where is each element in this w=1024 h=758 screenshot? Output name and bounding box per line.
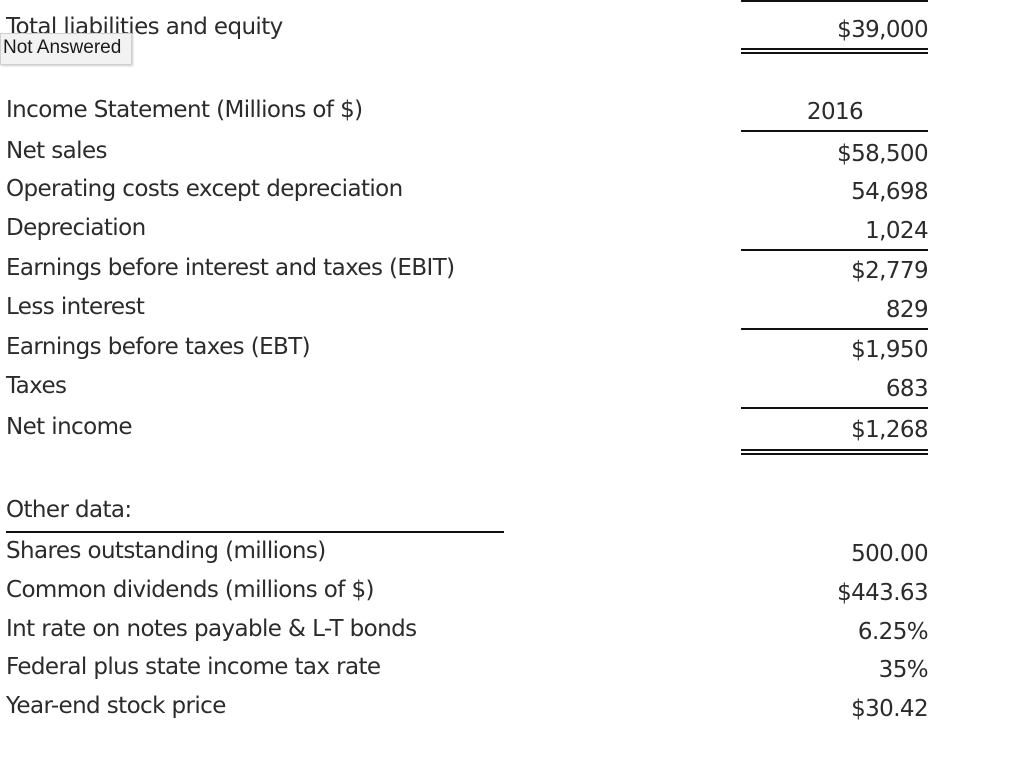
row-interest-rate-value: 6.25% — [857, 619, 929, 645]
row-tax-rate-value: 35% — [878, 657, 929, 683]
row-net-income-value: $1,268 — [851, 417, 928, 443]
row-operating-costs-label: Operating costs except depreciation — [6, 176, 403, 202]
row-shares-outstanding-value: 500.00 — [851, 541, 928, 567]
other-data-title: Other data: — [6, 497, 132, 523]
row-ebit-label: Earnings before interest and taxes (EBIT… — [6, 255, 455, 281]
year-header-rule — [741, 130, 928, 132]
row-taxes-value: 683 — [885, 376, 929, 402]
subtotal-rule — [741, 0, 928, 2]
row-tax-rate-label: Federal plus state income tax rate — [6, 654, 381, 680]
row-net-sales-value: $58,500 — [837, 141, 929, 167]
row-net-income-label: Net income — [6, 414, 133, 440]
row-ebit-value: $2,779 — [851, 258, 928, 284]
total-liabilities-equity-value: $39,000 — [837, 17, 929, 43]
row-interest-value: 829 — [885, 297, 929, 323]
row-depreciation-label: Depreciation — [6, 215, 146, 241]
not-answered-tooltip: Not Answered — [0, 33, 133, 65]
net-income-double-rule — [741, 449, 928, 455]
row-stock-price-value: $30.42 — [851, 696, 928, 722]
row-stock-price-label: Year-end stock price — [6, 693, 226, 719]
row-operating-costs-value: 54,698 — [851, 179, 928, 205]
ebt-rule — [741, 328, 928, 330]
row-ebt-label: Earnings before taxes (EBT) — [6, 334, 311, 360]
net-income-rule — [741, 407, 928, 409]
row-interest-label: Less interest — [6, 294, 145, 320]
other-data-rule — [6, 531, 504, 533]
row-interest-rate-label: Int rate on notes payable & L-T bonds — [6, 616, 417, 642]
row-depreciation-value: 1,024 — [865, 218, 928, 244]
row-taxes-label: Taxes — [6, 373, 67, 399]
row-ebt-value: $1,950 — [851, 337, 928, 363]
ebit-rule — [741, 249, 928, 251]
total-double-rule — [741, 48, 928, 54]
income-statement-title: Income Statement (Millions of $) — [6, 97, 363, 123]
row-net-sales-label: Net sales — [6, 138, 107, 164]
year-header: 2016 — [806, 99, 864, 125]
row-common-dividends-label: Common dividends (millions of $) — [6, 577, 374, 603]
row-shares-outstanding-label: Shares outstanding (millions) — [6, 538, 326, 564]
row-common-dividends-value: $443.63 — [837, 580, 929, 606]
